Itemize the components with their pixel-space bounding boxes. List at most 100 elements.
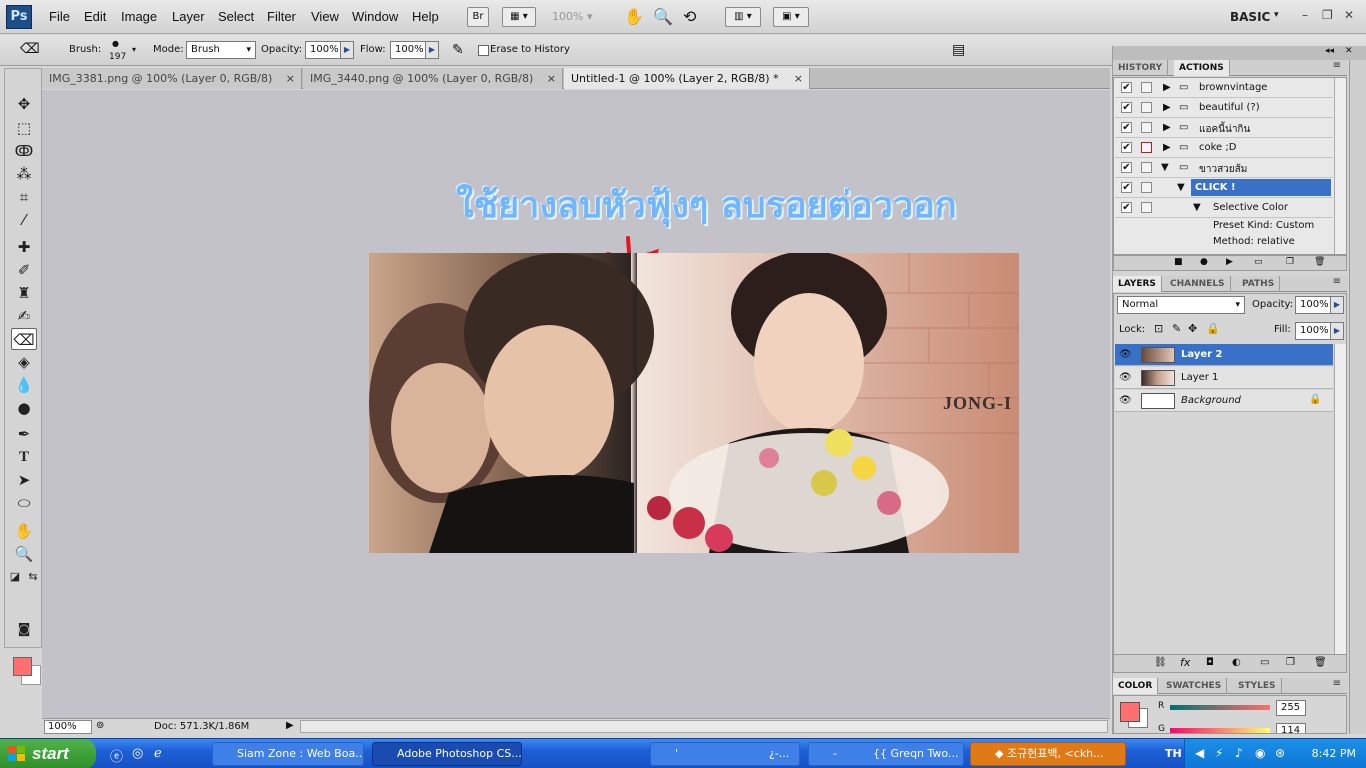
- rotate-view-icon[interactable]: ⟲: [683, 7, 696, 26]
- taskbar-item-siam-zone[interactable]: Siam Zone : Web Boa...: [212, 742, 364, 766]
- menu-edit[interactable]: Edit: [84, 9, 106, 24]
- opacity-field[interactable]: 100%: [305, 41, 341, 59]
- action-row-selected[interactable]: ✔ ▼ CLICK !: [1115, 178, 1333, 198]
- action-check-icon[interactable]: ✔: [1121, 102, 1132, 113]
- action-check-icon[interactable]: ✔: [1121, 162, 1132, 173]
- tab-layers[interactable]: LAYERS: [1113, 276, 1162, 292]
- layer-name[interactable]: Layer 1: [1181, 372, 1218, 383]
- collapse-panels-icon[interactable]: ◂◂: [1325, 46, 1334, 56]
- tab-img-3440[interactable]: IMG_3440.png @ 100% (Layer 0, RGB/8) ×: [303, 68, 563, 89]
- color-panel-fg-swatch[interactable]: [1120, 702, 1140, 722]
- new-action-icon[interactable]: ❐: [1286, 257, 1294, 267]
- composite-photo[interactable]: [369, 253, 1019, 553]
- restore-icon[interactable]: ❐: [1322, 8, 1333, 22]
- taskbar-item-window-4[interactable]: -{{ Greqn Two...: [808, 742, 964, 766]
- visibility-eye-icon[interactable]: 👁: [1119, 372, 1132, 383]
- lock-all-icon[interactable]: 🔒: [1206, 322, 1220, 335]
- status-info-icon[interactable]: ⊚: [96, 720, 104, 731]
- dialog-toggle[interactable]: [1141, 182, 1152, 193]
- panel-close-icon[interactable]: ✕: [1345, 46, 1353, 56]
- layer-opacity-arrow-icon[interactable]: ▶: [1330, 296, 1344, 314]
- action-check-icon[interactable]: ✔: [1121, 202, 1132, 213]
- eraser-tool-preset-icon[interactable]: ⌫: [20, 41, 40, 57]
- tray-volume-icon[interactable]: ♪: [1235, 746, 1243, 760]
- visibility-eye-icon[interactable]: 👁: [1119, 349, 1132, 360]
- shape-tool-icon[interactable]: ⬭: [11, 492, 37, 514]
- collapse-arrow-icon[interactable]: ▼: [1177, 182, 1185, 193]
- pen-tool-icon[interactable]: ✒: [11, 423, 37, 445]
- action-check-icon[interactable]: ✔: [1121, 182, 1132, 193]
- action-check-icon[interactable]: ✔: [1121, 122, 1132, 133]
- action-set-row[interactable]: ✔ ▶ ▭ แอคนี้น่ากิน: [1115, 118, 1333, 138]
- trash-icon[interactable]: 🗑: [1314, 257, 1325, 267]
- status-menu-arrow-icon[interactable]: ▶: [286, 720, 294, 731]
- tool-panel-toggle-icon[interactable]: ▤: [952, 42, 965, 58]
- lock-position-icon[interactable]: ✥: [1188, 322, 1197, 335]
- tab-styles[interactable]: STYLES: [1233, 678, 1282, 694]
- panel-menu-icon[interactable]: ≡: [1333, 678, 1341, 689]
- tab-close-icon[interactable]: ×: [794, 68, 803, 89]
- green-channel-slider[interactable]: [1170, 728, 1270, 733]
- layer-row-layer-2[interactable]: 👁 Layer 2: [1115, 344, 1333, 366]
- brush-tool-icon[interactable]: ✐: [11, 259, 37, 281]
- red-value-field[interactable]: 255: [1276, 700, 1306, 716]
- panel-menu-icon[interactable]: ≡: [1333, 60, 1341, 71]
- panel-menu-icon[interactable]: ≡: [1333, 276, 1341, 287]
- menu-filter[interactable]: Filter: [267, 9, 296, 24]
- mode-select[interactable]: Brush ▾: [186, 41, 256, 59]
- horizontal-scrollbar[interactable]: [300, 720, 1108, 733]
- new-set-icon[interactable]: ▭: [1254, 257, 1263, 267]
- tray-update-icon[interactable]: ⊛: [1275, 746, 1285, 760]
- blur-tool-icon[interactable]: 💧: [11, 374, 37, 396]
- quicklaunch-ie-icon[interactable]: ⓔ: [110, 746, 123, 765]
- menu-window[interactable]: Window: [352, 9, 398, 24]
- zoom-level-field[interactable]: 100% ▾: [540, 8, 606, 26]
- tray-arrow-icon[interactable]: ◀: [1195, 746, 1204, 760]
- layers-scrollbar[interactable]: [1334, 344, 1346, 654]
- action-set-row[interactable]: ✔ ▼ ▭ ขาวสวยส้ม: [1115, 158, 1333, 178]
- tab-history[interactable]: HISTORY: [1113, 60, 1169, 76]
- view-extras-button[interactable]: ▦ ▾: [502, 7, 536, 27]
- dialog-toggle[interactable]: [1141, 102, 1152, 113]
- dialog-toggle[interactable]: [1141, 202, 1152, 213]
- eyedropper-tool-icon[interactable]: ⁄: [11, 209, 37, 231]
- red-channel-slider[interactable]: [1170, 705, 1270, 710]
- start-button[interactable]: start: [0, 739, 96, 768]
- lock-pixels-icon[interactable]: ✎: [1172, 322, 1181, 335]
- minimize-icon[interactable]: –: [1302, 8, 1308, 22]
- collapse-arrow-icon[interactable]: ▼: [1193, 202, 1201, 213]
- workspace-dropdown-icon[interactable]: ▾: [1274, 10, 1279, 20]
- tab-channels[interactable]: CHANNELS: [1165, 276, 1231, 292]
- layer-mask-icon[interactable]: ◘: [1206, 657, 1214, 668]
- flow-slider-arrow-icon[interactable]: ▶: [425, 41, 439, 59]
- expand-arrow-icon[interactable]: ▶: [1163, 102, 1171, 113]
- zoom-tool-icon[interactable]: 🔍: [653, 7, 673, 26]
- menu-file[interactable]: File: [49, 9, 70, 24]
- language-indicator[interactable]: TH: [1165, 747, 1182, 760]
- move-tool-icon[interactable]: ✥: [11, 93, 37, 115]
- layer-row-layer-1[interactable]: 👁 Layer 1: [1115, 367, 1333, 389]
- flow-field[interactable]: 100%: [390, 41, 426, 59]
- path-selection-icon[interactable]: ➤: [11, 469, 37, 491]
- play-icon[interactable]: ▶: [1226, 257, 1233, 267]
- menu-layer[interactable]: Layer: [172, 9, 205, 24]
- bridge-button[interactable]: Br: [467, 7, 489, 27]
- quicklaunch-chrome-icon[interactable]: ◎: [132, 746, 143, 761]
- tab-close-icon[interactable]: ×: [286, 68, 295, 89]
- dialog-toggle[interactable]: [1141, 82, 1152, 93]
- tab-untitled-1[interactable]: Untitled-1 @ 100% (Layer 2, RGB/8) * ×: [564, 68, 810, 89]
- healing-brush-icon[interactable]: ✚: [11, 236, 37, 258]
- clone-stamp-icon[interactable]: ♜: [11, 282, 37, 304]
- type-tool-icon[interactable]: T: [11, 446, 37, 468]
- airbrush-icon[interactable]: ✎: [452, 42, 464, 58]
- taskbar-item-photoshop[interactable]: Adobe Photoshop CS...: [372, 742, 522, 766]
- tray-network-icon[interactable]: ⚡: [1215, 746, 1223, 760]
- expand-arrow-icon[interactable]: ▶: [1163, 142, 1171, 153]
- dialog-toggle[interactable]: [1141, 162, 1152, 173]
- tab-actions[interactable]: ACTIONS: [1174, 60, 1230, 76]
- fill-arrow-icon[interactable]: ▶: [1330, 322, 1344, 340]
- stop-icon[interactable]: ■: [1174, 257, 1183, 267]
- tab-paths[interactable]: PATHS: [1237, 276, 1281, 292]
- lock-transparency-icon[interactable]: ⊡: [1154, 322, 1163, 335]
- record-icon[interactable]: ●: [1200, 257, 1208, 267]
